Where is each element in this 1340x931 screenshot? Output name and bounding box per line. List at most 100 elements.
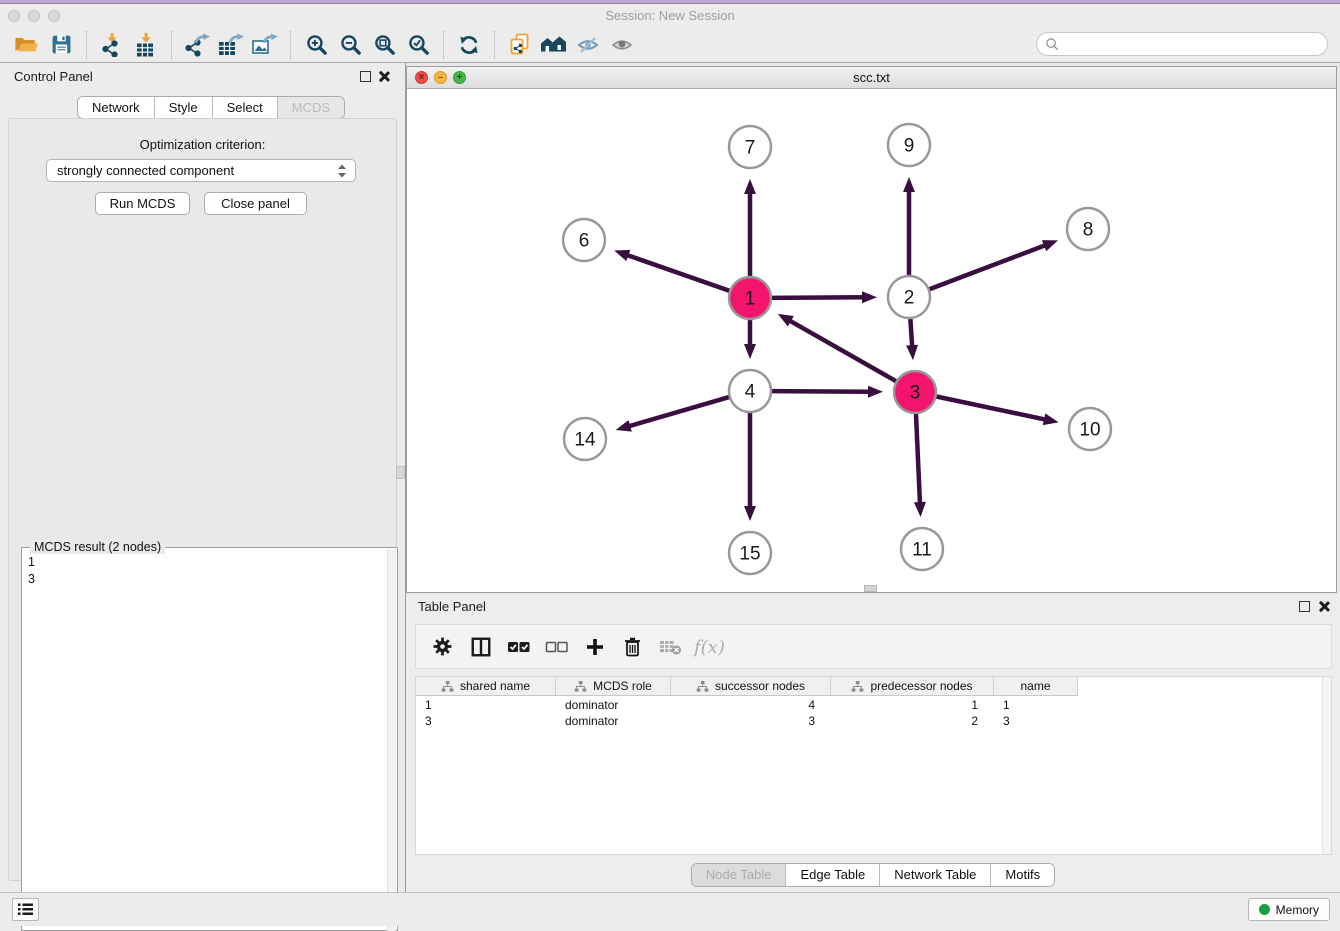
column-header-predecessor-nodes[interactable]: predecessor nodes bbox=[831, 677, 994, 696]
open-session-button[interactable] bbox=[10, 30, 44, 60]
graph-node-10[interactable]: 10 bbox=[1069, 408, 1111, 450]
trash-button[interactable] bbox=[616, 630, 649, 664]
cell-successor-nodes[interactable]: 4 bbox=[671, 697, 831, 713]
mcds-result-list: 13 bbox=[28, 554, 35, 588]
node-table[interactable]: shared nameMCDS rolesuccessor nodesprede… bbox=[415, 676, 1332, 855]
graph-node-7[interactable]: 7 bbox=[729, 126, 771, 168]
table-scrollbar[interactable] bbox=[1322, 677, 1331, 854]
task-history-button[interactable] bbox=[12, 898, 39, 921]
optimization-criterion-select[interactable]: strongly connected component bbox=[46, 159, 356, 182]
search-input[interactable] bbox=[1060, 34, 1327, 54]
control-panel: Control Panel NetworkStyleSelectMCDS Opt… bbox=[0, 63, 405, 892]
zoom-fit-button[interactable] bbox=[367, 30, 401, 60]
graph-node-6[interactable]: 6 bbox=[563, 219, 605, 261]
graph-node-8[interactable]: 8 bbox=[1067, 208, 1109, 250]
table-row[interactable]: 1dominator411 bbox=[416, 697, 1078, 713]
mcds-result-box: MCDS result (2 nodes) 13 bbox=[21, 547, 398, 931]
run-mcds-button[interactable]: Run MCDS bbox=[95, 192, 190, 215]
graph-node-9[interactable]: 9 bbox=[888, 124, 930, 166]
graph-node-2[interactable]: 2 bbox=[888, 276, 930, 318]
horizontal-splitter-handle[interactable] bbox=[864, 585, 877, 592]
network-window-titlebar[interactable]: × – + scc.txt bbox=[407, 67, 1336, 89]
new-network-from-selection-button[interactable] bbox=[503, 30, 537, 60]
column-header-MCDS-role[interactable]: MCDS role bbox=[556, 677, 671, 696]
column-header-name[interactable]: name bbox=[994, 677, 1078, 696]
svg-text:3: 3 bbox=[910, 383, 921, 404]
network-graph[interactable]: 7 9 6 8 1 2 4 3 14 10 15 11 bbox=[407, 89, 1336, 592]
network-canvas[interactable]: 7 9 6 8 1 2 4 3 14 10 15 11 bbox=[407, 89, 1336, 592]
table-close-panel-icon[interactable] bbox=[1317, 600, 1330, 613]
cell-MCDS-role[interactable]: dominator bbox=[556, 697, 671, 713]
tab-select[interactable]: Select bbox=[212, 97, 277, 118]
gear-button[interactable] bbox=[426, 630, 459, 664]
cell-successor-nodes[interactable]: 3 bbox=[671, 713, 831, 729]
search-box[interactable] bbox=[1036, 32, 1328, 56]
first-neighbors-button[interactable] bbox=[537, 30, 571, 60]
cell-predecessor-nodes[interactable]: 1 bbox=[831, 697, 994, 713]
float-panel-icon[interactable] bbox=[360, 71, 371, 82]
cell-MCDS-role[interactable]: dominator bbox=[556, 713, 671, 729]
cell-predecessor-nodes[interactable]: 2 bbox=[831, 713, 994, 729]
optimization-criterion-value: strongly connected component bbox=[57, 163, 234, 178]
import-table-button[interactable] bbox=[129, 30, 163, 60]
graph-node-14[interactable]: 14 bbox=[564, 418, 606, 460]
tab-edge-table[interactable]: Edge Table bbox=[785, 864, 879, 886]
zoom-in-button[interactable] bbox=[299, 30, 333, 60]
network-close-icon[interactable]: × bbox=[415, 71, 428, 84]
cell-shared-name[interactable]: 3 bbox=[416, 713, 556, 729]
export-network-button[interactable] bbox=[180, 30, 214, 60]
memory-button[interactable]: Memory bbox=[1248, 898, 1330, 921]
refresh-view-button[interactable] bbox=[452, 30, 486, 60]
zoom-out-button[interactable] bbox=[333, 30, 367, 60]
table-row[interactable]: 3dominator323 bbox=[416, 713, 1078, 729]
show-all-button[interactable] bbox=[605, 30, 639, 60]
close-panel-button[interactable]: Close panel bbox=[204, 192, 307, 215]
table-float-panel-icon[interactable] bbox=[1299, 601, 1310, 612]
column-header-successor-nodes[interactable]: successor nodes bbox=[671, 677, 831, 696]
hide-selected-button[interactable] bbox=[571, 30, 605, 60]
graph-node-15[interactable]: 15 bbox=[729, 532, 771, 574]
import-network-button[interactable] bbox=[95, 30, 129, 60]
cell-shared-name[interactable]: 1 bbox=[416, 697, 556, 713]
zoom-selected-button[interactable] bbox=[401, 30, 435, 60]
graph-node-4[interactable]: 4 bbox=[729, 370, 771, 412]
save-session-button[interactable] bbox=[44, 30, 78, 60]
result-scrollbar[interactable] bbox=[387, 549, 396, 931]
maximize-window-icon[interactable] bbox=[48, 10, 60, 22]
columns-button[interactable] bbox=[464, 630, 497, 664]
app-title: Session: New Session bbox=[0, 4, 1340, 27]
cell-name[interactable]: 3 bbox=[994, 713, 1078, 729]
tab-network-table[interactable]: Network Table bbox=[879, 864, 990, 886]
tab-network[interactable]: Network bbox=[78, 97, 154, 118]
graph-node-1[interactable]: 1 bbox=[729, 277, 771, 319]
control-panel-tabs: NetworkStyleSelectMCDS bbox=[77, 96, 345, 119]
table-panel: Table Panel f(x) shared nameMCDS rolesuc… bbox=[406, 595, 1340, 892]
select-all-button[interactable] bbox=[502, 630, 535, 664]
toolbar-separator bbox=[494, 31, 495, 59]
close-window-icon[interactable] bbox=[8, 10, 20, 22]
export-image-button[interactable] bbox=[248, 30, 282, 60]
app-titlebar[interactable]: Session: New Session bbox=[0, 4, 1340, 27]
plus-button[interactable] bbox=[578, 630, 611, 664]
tab-mcds[interactable]: MCDS bbox=[277, 97, 344, 118]
tab-node-table[interactable]: Node Table bbox=[692, 864, 786, 886]
network-minimize-icon[interactable]: – bbox=[434, 71, 447, 84]
svg-text:2: 2 bbox=[904, 288, 915, 309]
graph-node-3[interactable]: 3 bbox=[894, 371, 936, 413]
open-folder-icon bbox=[14, 34, 40, 55]
graph-node-11[interactable]: 11 bbox=[901, 528, 943, 570]
status-bar: Memory bbox=[0, 892, 1340, 926]
close-panel-icon[interactable] bbox=[377, 70, 390, 83]
table-panel-title: Table Panel bbox=[418, 599, 486, 614]
cell-name[interactable]: 1 bbox=[994, 697, 1078, 713]
network-maximize-icon[interactable]: + bbox=[453, 71, 466, 84]
minimize-window-icon[interactable] bbox=[28, 10, 40, 22]
column-header-shared-name[interactable]: shared name bbox=[416, 677, 556, 696]
deselect-all-button[interactable] bbox=[540, 630, 573, 664]
tab-style[interactable]: Style bbox=[154, 97, 212, 118]
window-controls[interactable] bbox=[8, 10, 60, 22]
vertical-splitter-handle[interactable] bbox=[396, 466, 405, 479]
export-table-button[interactable] bbox=[214, 30, 248, 60]
svg-text:6: 6 bbox=[579, 231, 590, 252]
tab-motifs[interactable]: Motifs bbox=[990, 864, 1054, 886]
